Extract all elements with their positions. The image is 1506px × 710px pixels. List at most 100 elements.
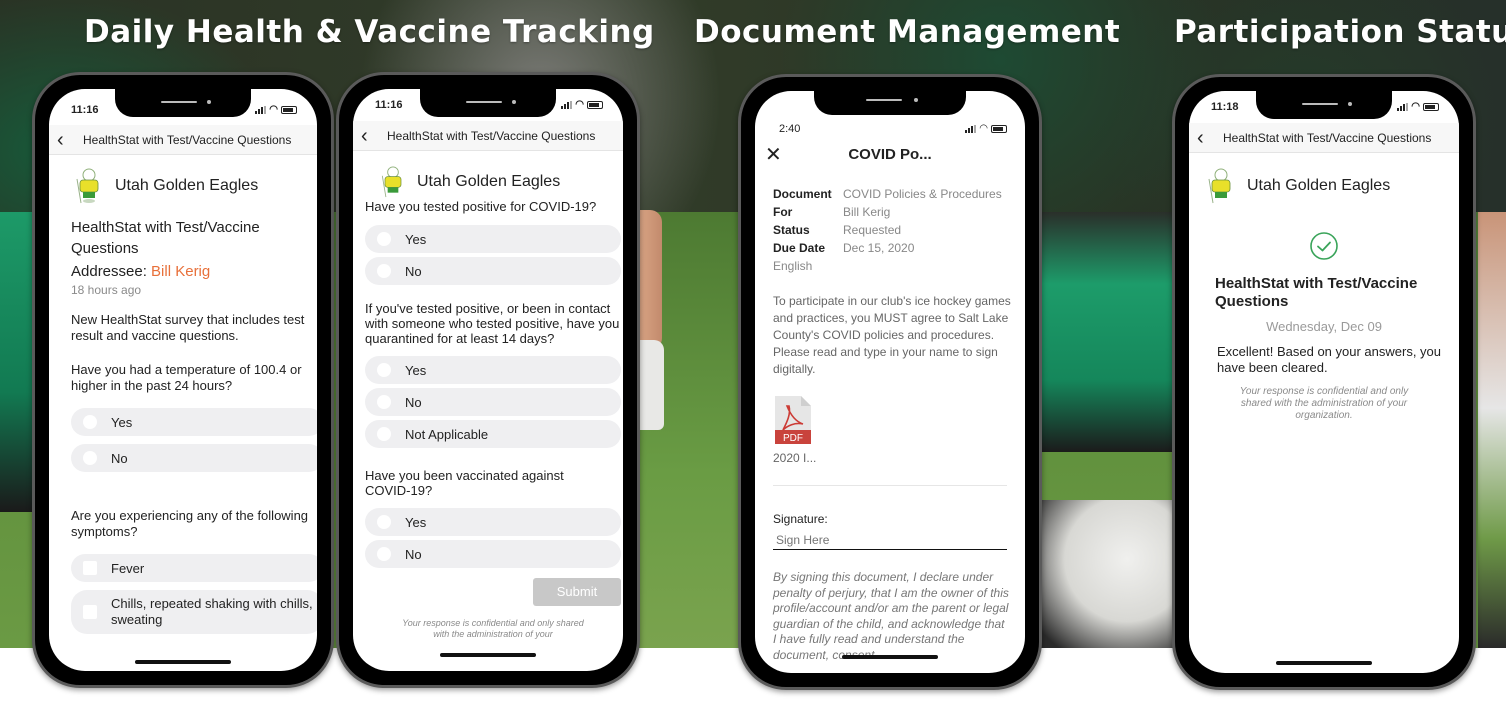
confidential-note: Your response is confidential and only s… [1239,386,1409,421]
option-chills[interactable]: Chills, repeated shaking with chills, sw… [71,590,317,634]
question-vaccinated: Have you been vaccinated against COVID-1… [365,468,564,498]
option-label: Yes [405,514,427,530]
home-indicator [1276,661,1372,665]
wifi-icon: ◠ [1411,101,1420,112]
result-title: HealthStat with Test/Vaccine Questions [1215,275,1418,310]
survey-description: New HealthStat survey that includes test… [71,312,305,343]
option-not-applicable[interactable]: Not Applicable [365,420,621,448]
radio-button[interactable] [83,451,97,465]
signal-icon [1397,103,1409,111]
meta-row-document: Document COVID Policies & Procedures [773,187,1002,201]
radio-button[interactable] [377,395,391,409]
home-indicator [842,655,938,659]
meta-row-status: Status Requested [773,223,902,237]
attachment-name: 2020 I... [773,451,817,465]
phone-covid-questions: 11:16 ◠ ‹ HealthStat with Test/Vaccine Q… [336,72,640,688]
option-fever[interactable]: Fever [71,554,317,582]
radio-button[interactable] [83,415,97,429]
org-name: Utah Golden Eagles [115,177,259,194]
battery-icon [587,101,603,109]
result-date: Wednesday, Dec 09 [1266,319,1382,334]
submit-button[interactable]: Submit [533,578,621,606]
phone-notch [814,91,966,115]
background-right-edge [1478,212,1506,648]
option-label: No [405,394,422,410]
chevron-left-icon[interactable]: ‹ [57,130,81,150]
radio-button[interactable] [377,363,391,377]
phone-screen: 2:40 ◠ ✕ COVID Po... Document COVID Polic… [755,91,1025,673]
status-time: 11:16 [71,104,99,116]
divider [773,485,1007,486]
option-yes[interactable]: Yes [365,356,621,384]
addressee: Addressee: Bill Kerig [71,261,307,282]
nav-bar: ‹ HealthStat with Test/Vaccine Questions [353,121,623,151]
phone-notch [1256,91,1392,119]
check-circle-icon [1310,232,1338,260]
result-message: Excellent! Based on your answers, you ha… [1217,344,1442,375]
background-jersey-right [1040,212,1185,452]
wifi-icon: ◠ [979,123,988,134]
org-name: Utah Golden Eagles [417,173,561,190]
phone-screen: 11:16 ◠ ‹ HealthStat with Test/Vaccine Q… [353,89,623,671]
home-indicator [135,660,231,664]
radio-button[interactable] [377,427,391,441]
signature-input[interactable] [773,530,1007,550]
time-ago: 18 hours ago [71,283,142,297]
close-icon[interactable]: ✕ [765,142,782,167]
phone-notch [420,89,556,117]
status-time: 2:40 [779,123,801,135]
option-no[interactable]: No [71,444,317,472]
checkbox[interactable] [83,561,97,575]
nav-bar: ‹ HealthStat with Test/Vaccine Questions [1189,123,1459,153]
option-no[interactable]: No [365,257,621,285]
nav-title: HealthStat with Test/Vaccine Questions [83,132,292,147]
mascot-logo-icon [377,165,409,199]
battery-icon [1423,103,1439,111]
status-time: 11:18 [1211,101,1239,113]
nav-bar: ‹ HealthStat with Test/Vaccine Questions [49,125,317,155]
phone-health-survey: 11:16 ◠ ‹ HealthStat with Test/Vaccine Q… [32,72,334,688]
mascot-logo-icon [1203,167,1239,205]
option-label: Yes [405,231,427,247]
radio-button[interactable] [377,515,391,529]
document-title: COVID Po... [848,145,932,163]
phone-participation-status: 11:18 ◠ ‹ HealthStat with Test/Vaccine Q… [1172,74,1476,690]
radio-button[interactable] [377,232,391,246]
radio-button[interactable] [377,547,391,561]
background-leg [640,210,662,350]
question-temperature: Have you had a temperature of 100.4 or h… [71,362,302,393]
option-yes[interactable]: Yes [365,508,621,536]
pdf-attachment[interactable]: PDF 2020 I... [773,396,833,465]
phone-screen: 11:16 ◠ ‹ HealthStat with Test/Vaccine Q… [49,89,317,671]
chevron-left-icon[interactable]: ‹ [1197,128,1221,148]
option-yes[interactable]: Yes [365,225,621,253]
option-label: Fever [111,560,145,576]
question-quarantine: If you've tested positive, or been in co… [365,301,620,346]
org-header: Utah Golden Eagles [1203,167,1445,205]
chevron-left-icon[interactable]: ‹ [361,126,385,146]
option-label: No [405,263,422,279]
option-yes[interactable]: Yes [71,408,317,436]
addressee-name[interactable]: Bill Kerig [151,263,210,280]
option-no[interactable]: No [365,388,621,416]
battery-icon [281,106,297,114]
option-no[interactable]: No [365,540,621,568]
signature-label: Signature: [773,512,828,526]
section-title-health: Daily Health & Vaccine Tracking [84,14,655,50]
meta-row-due-date: Due Date Dec 15, 2020 [773,241,915,255]
checkbox[interactable] [83,605,97,619]
signal-icon [561,101,573,109]
pdf-file-icon: PDF [775,396,811,444]
meta-row-for: For Bill Kerig [773,205,891,219]
option-label: Yes [405,362,427,378]
document-language: English [773,259,813,273]
option-label: Chills, repeated shaking with chills, sw… [111,596,313,627]
mascot-logo-icon [71,167,107,205]
radio-button[interactable] [377,264,391,278]
home-indicator [440,653,536,657]
addressee-label: Addressee: [71,263,152,280]
phone-screen: 11:18 ◠ ‹ HealthStat with Test/Vaccine Q… [1189,91,1459,673]
success-indicator [1203,231,1445,261]
option-label: No [405,546,422,562]
document-header: ✕ COVID Po... [755,139,1025,169]
